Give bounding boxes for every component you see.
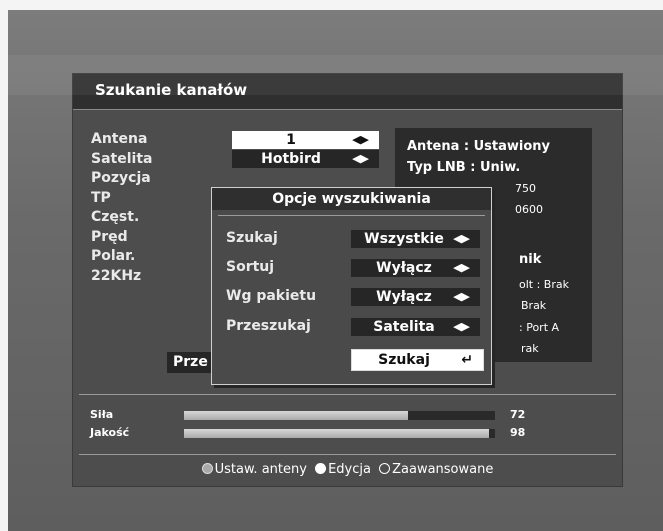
- divider: [218, 215, 485, 216]
- legend-label: Ustaw. anteny: [214, 462, 307, 477]
- divider: [79, 454, 616, 455]
- legend-label: Zaawansowane: [392, 462, 494, 477]
- package-value: Wyłącz: [376, 289, 432, 305]
- package-select[interactable]: Wyłącz ◀▶: [351, 288, 480, 306]
- search-scope-select[interactable]: Wszystkie ◀▶: [351, 230, 480, 248]
- info-line-8: : Port A: [519, 321, 560, 334]
- label-antenna: Antena: [91, 131, 148, 147]
- legend-label: Edycja: [328, 462, 371, 477]
- info-line-7: Brak: [521, 299, 547, 312]
- info-antenna: Antena : Ustawiony: [407, 139, 551, 154]
- search-button[interactable]: Szukaj ↵: [351, 349, 484, 371]
- antenna-select[interactable]: 1 ◀▶: [232, 131, 379, 149]
- label-tp: TP: [91, 189, 111, 206]
- strength-value: 72: [510, 408, 526, 421]
- hollow-circle-icon: [379, 463, 391, 474]
- scan-type-value: Satelita: [373, 319, 435, 335]
- option-label-search: Szukaj: [226, 230, 278, 246]
- info-line-5: nik: [519, 252, 542, 267]
- grey-circle-icon: [201, 463, 213, 474]
- partially-hidden-button-label: Prze: [173, 354, 208, 370]
- info-line-6: olt : Brak: [519, 278, 569, 291]
- strength-bar-fill: [184, 411, 408, 420]
- sort-select[interactable]: Wyłącz ◀▶: [351, 259, 480, 277]
- option-label-sort: Sortuj: [226, 259, 275, 275]
- info-line-4: 0600: [515, 203, 543, 216]
- signal-strength-row: Siła 72: [90, 408, 610, 422]
- left-right-arrow-icon: ◀▶: [453, 290, 470, 303]
- title-bar: Szukanie kanałów: [73, 74, 622, 110]
- label-symbol-rate: Pręd: [91, 228, 128, 245]
- antenna-value: 1: [286, 132, 296, 148]
- strength-bar: [184, 411, 495, 420]
- label-22khz: 22KHz: [91, 267, 142, 284]
- satellite-select[interactable]: Hotbird ◀▶: [232, 150, 379, 168]
- window-title: Szukanie kanałów: [95, 81, 248, 99]
- legend-item-advanced[interactable]: Zaawansowane: [379, 462, 493, 477]
- label-satellite: Satelita: [91, 150, 153, 167]
- info-line-9: rak: [521, 342, 539, 355]
- option-label-scan: Przeszukaj: [226, 318, 311, 334]
- dialog-title: Opcje wyszukiwania: [212, 188, 491, 210]
- scan-type-select[interactable]: Satelita ◀▶: [351, 318, 480, 336]
- left-right-arrow-icon: ◀▶: [352, 133, 369, 146]
- info-lnb-type: Typ LNB : Uniw.: [407, 160, 521, 175]
- search-options-dialog: Opcje wyszukiwania Szukaj Wszystkie ◀▶ S…: [211, 187, 492, 385]
- option-label-package: Wg pakietu: [226, 288, 317, 304]
- info-line-3: 750: [515, 182, 536, 195]
- legend-item-edit[interactable]: Edycja: [315, 462, 371, 477]
- label-polarization: Polar.: [91, 248, 136, 264]
- quality-value: 98: [510, 426, 526, 439]
- divider: [79, 394, 616, 395]
- quality-bar: [184, 429, 495, 438]
- search-button-label: Szukaj: [378, 352, 430, 368]
- left-right-arrow-icon: ◀▶: [453, 232, 470, 245]
- label-position: Pozycja: [91, 170, 151, 186]
- left-right-arrow-icon: ◀▶: [352, 152, 369, 165]
- search-scope-value: Wszystkie: [364, 231, 444, 247]
- legend-item-antenna-setup[interactable]: Ustaw. anteny: [201, 462, 307, 477]
- left-right-arrow-icon: ◀▶: [453, 320, 470, 333]
- left-right-arrow-icon: ◀▶: [453, 261, 470, 274]
- strength-label: Siła: [90, 408, 114, 421]
- tv-screen: Szukanie kanałów Antena Satelita Pozycja…: [8, 10, 663, 531]
- quality-bar-fill: [184, 429, 489, 438]
- signal-quality-row: Jakość 98: [90, 426, 610, 440]
- sort-value: Wyłącz: [376, 260, 432, 276]
- enter-icon: ↵: [461, 352, 473, 368]
- quality-label: Jakość: [90, 426, 130, 439]
- satellite-value: Hotbird: [261, 151, 321, 167]
- field-labels: Antena Satelita Pozycja TP Częst. Pręd P…: [91, 130, 152, 286]
- white-circle-icon: [315, 463, 327, 474]
- label-frequency: Częst.: [91, 209, 140, 225]
- key-legend: Ustaw. anteny Edycja Zaawansowane: [73, 462, 622, 477]
